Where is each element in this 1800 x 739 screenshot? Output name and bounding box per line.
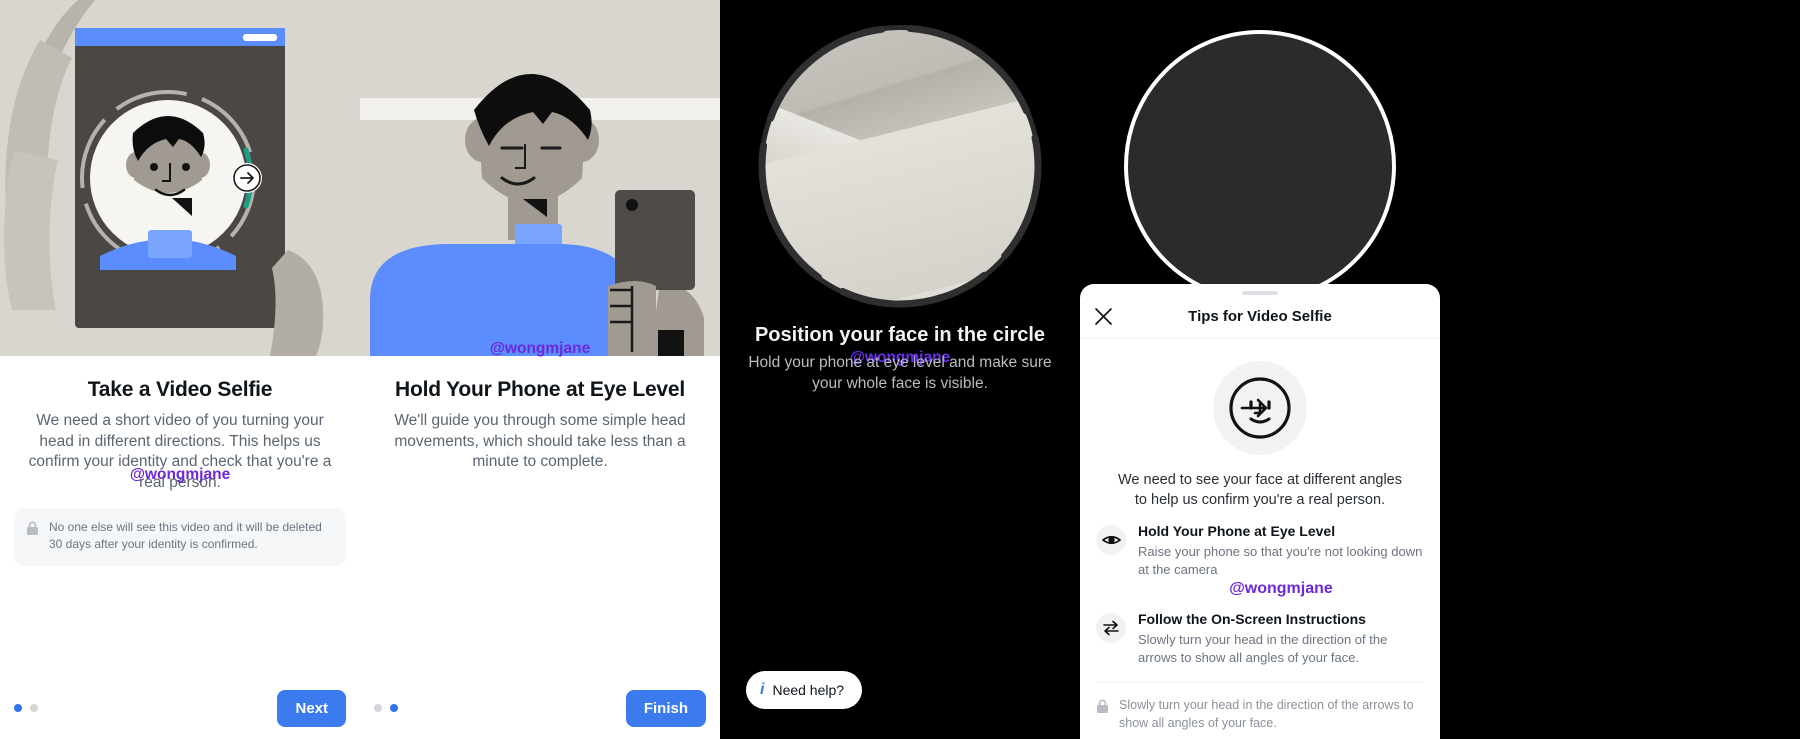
pagination-dots [14, 704, 38, 712]
panel-take-a-video-selfie: Take a Video Selfie We need a short vide… [0, 0, 360, 739]
finish-button[interactable]: Finish [625, 689, 706, 727]
page-subtitle: We'll guide you through some simple head… [394, 412, 686, 471]
illustration-hand-holding-phone [0, 0, 360, 356]
illustration-person-holding-phone [360, 0, 720, 356]
eye-icon [1096, 525, 1126, 556]
tip-heading: Follow the On-Screen Instructions [1138, 611, 1366, 628]
panel-position-your-face: Position your face in the circle @wongmj… [720, 0, 1080, 739]
viewfinder-outline-icon [1124, 30, 1396, 302]
panel1-bottom-bar: Next [0, 677, 360, 739]
modal-footer-note: Slowly turn your head in the direction o… [1080, 683, 1440, 732]
lock-icon [26, 521, 39, 541]
modal-footer-text: Slowly turn your head in the direction o… [1119, 698, 1414, 730]
page-subtitle: We need a short video of you turning you… [28, 412, 332, 491]
modal-title: Tips for Video Selfie [1188, 308, 1332, 325]
tip-heading: Hold Your Phone at Eye Level [1138, 523, 1336, 540]
page-title: Position your face in the circle [754, 324, 1046, 346]
tip-body: Slowly turn your head in the direction o… [1138, 632, 1388, 665]
illustration-svg [0, 0, 360, 356]
privacy-notice-text: No one else will see this video and it w… [49, 520, 322, 552]
pagination-dot-1[interactable] [374, 704, 382, 712]
panel-hold-phone-at-eye-level: @wongmjane Hold Your Phone at Eye Level … [360, 0, 720, 739]
completed-viewfinder [1124, 30, 1396, 302]
illustration-svg [360, 0, 720, 356]
viewfinder-ring-icon [758, 24, 1042, 308]
pagination-dot-1[interactable] [14, 704, 22, 712]
info-icon: i [760, 681, 765, 698]
watermark: @wongmjane [1229, 580, 1333, 598]
page-title: Take a Video Selfie [87, 378, 273, 401]
next-button[interactable]: Next [277, 689, 346, 727]
panel2-bottom-bar: Finish [360, 677, 720, 739]
need-help-label: Need help? [772, 682, 845, 698]
screenshot-root: Take a Video Selfie We need a short vide… [0, 0, 1800, 739]
lock-icon [1096, 699, 1109, 732]
arrow-right-icon [1240, 397, 1270, 424]
need-help-button[interactable]: i Need help? [746, 671, 863, 709]
privacy-notice: No one else will see this video and it w… [14, 508, 346, 566]
pagination-dot-2[interactable] [30, 704, 38, 712]
pagination-dot-2[interactable] [390, 704, 398, 712]
camera-viewfinder [758, 24, 1042, 308]
tip-body: Raise your phone so that you're not look… [1138, 544, 1423, 577]
tip-item-follow-instructions: Follow the On-Screen Instructions Slowly… [1080, 598, 1440, 666]
close-icon[interactable] [1094, 307, 1113, 331]
tips-for-video-selfie-modal: Tips for Video Selfie We need to see you… [1080, 284, 1440, 739]
modal-header: Tips for Video Selfie [1080, 295, 1440, 339]
modal-intro-text: We need to see your face at different an… [1117, 472, 1402, 508]
pagination-dots [374, 704, 398, 712]
swap-arrows-icon [1096, 613, 1126, 644]
tip-item-eye-level: Hold Your Phone at Eye Level Raise your … [1080, 510, 1440, 598]
page-subtitle: Hold your phone at eye level and make su… [748, 354, 1052, 392]
page-title: Hold Your Phone at Eye Level [394, 378, 686, 401]
